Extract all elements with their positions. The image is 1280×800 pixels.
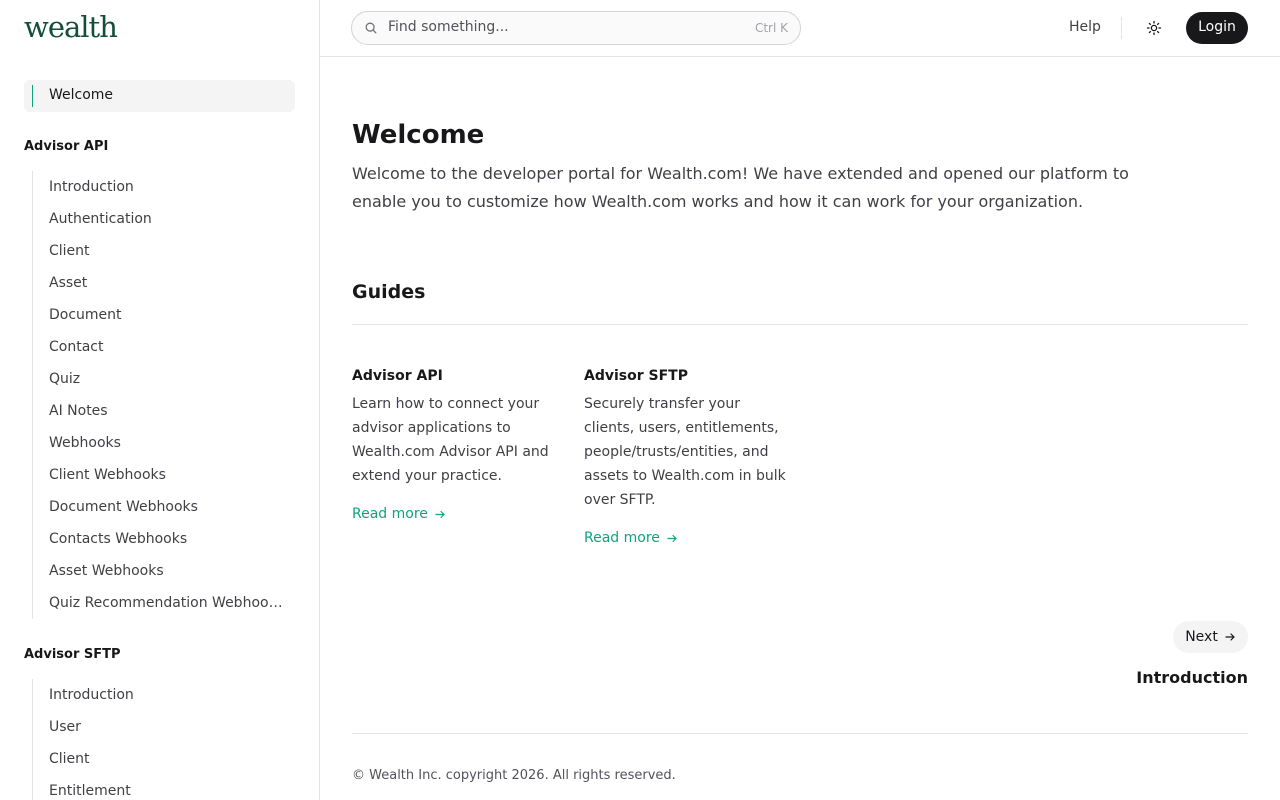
sidebar-item-document-webhooks[interactable]: Document Webhooks — [33, 491, 285, 523]
sidebar-item-authentication[interactable]: Authentication — [33, 203, 285, 235]
login-button[interactable]: Login — [1186, 12, 1248, 44]
sidebar-item-welcome[interactable]: Welcome — [24, 80, 295, 112]
sidebar-item-contact[interactable]: Contact — [33, 331, 285, 363]
sidebar-item-introduction[interactable]: Introduction — [33, 171, 285, 203]
guides-heading: Guides — [352, 281, 426, 303]
read-more-link[interactable]: Read more — [352, 504, 557, 524]
sidebar-item-ai-notes[interactable]: AI Notes — [33, 395, 285, 427]
arrow-right-icon — [435, 510, 445, 519]
read-more-label: Read more — [584, 530, 660, 546]
search-input[interactable]: Find something... Ctrl K — [351, 11, 801, 45]
nav-group-advisor-api: Introduction Authentication Client Asset… — [32, 171, 285, 619]
arrow-right-icon — [1225, 633, 1235, 641]
sidebar-item-label: Welcome — [49, 87, 114, 103]
header-divider — [1121, 17, 1122, 39]
sidebar: wealth Welcome Advisor API Introduction … — [0, 0, 320, 800]
page-title: Welcome — [352, 120, 485, 150]
guides-divider — [352, 324, 1248, 325]
sidebar-item-webhooks[interactable]: Webhooks — [33, 427, 285, 459]
next-page-title[interactable]: Introduction — [1136, 668, 1248, 687]
sidebar-item-client[interactable]: Client — [33, 235, 285, 267]
sun-icon[interactable] — [1146, 20, 1162, 36]
guide-card-advisor-sftp: Advisor SFTP Securely transfer your clie… — [584, 366, 789, 548]
guide-description: Securely transfer your clients, users, e… — [584, 396, 786, 508]
search-placeholder: Find something... — [388, 19, 509, 35]
read-more-label: Read more — [352, 506, 428, 522]
section-title-advisor-sftp: Advisor SFTP — [24, 647, 121, 662]
sidebar-item-quiz[interactable]: Quiz — [33, 363, 285, 395]
sidebar-item-quiz-recommendation-webhooks[interactable]: Quiz Recommendation Webhoo… — [33, 587, 285, 619]
wealth-logo[interactable]: wealth — [24, 10, 118, 44]
nav-group-advisor-sftp: Introduction User Client Entitlement — [32, 679, 285, 800]
sidebar-item-client-webhooks[interactable]: Client Webhooks — [33, 459, 285, 491]
sidebar-item-sftp-client[interactable]: Client — [33, 743, 285, 775]
search-shortcut: Ctrl K — [754, 21, 788, 35]
sidebar-item-document[interactable]: Document — [33, 299, 285, 331]
help-link[interactable]: Help — [1069, 19, 1101, 35]
guide-card-advisor-api: Advisor API Learn how to connect your ad… — [352, 366, 557, 524]
sidebar-item-asset[interactable]: Asset — [33, 267, 285, 299]
guide-title: Advisor API — [352, 368, 443, 384]
sidebar-item-asset-webhooks[interactable]: Asset Webhooks — [33, 555, 285, 587]
sidebar-item-contacts-webhooks[interactable]: Contacts Webhooks — [33, 523, 285, 555]
section-title-advisor-api: Advisor API — [24, 139, 109, 154]
top-header: Find something... Ctrl K Help Login — [320, 0, 1280, 57]
sidebar-item-sftp-entitlement[interactable]: Entitlement — [33, 775, 285, 800]
footer-divider — [352, 733, 1248, 734]
sidebar-item-sftp-user[interactable]: User — [33, 711, 285, 743]
read-more-link[interactable]: Read more — [584, 528, 789, 548]
guide-description: Learn how to connect your advisor applic… — [352, 396, 549, 484]
guide-title: Advisor SFTP — [584, 368, 688, 384]
footer-copyright: © Wealth Inc. copyright 2026. All rights… — [352, 768, 676, 783]
next-button[interactable]: Next — [1173, 621, 1248, 653]
search-icon — [365, 22, 377, 34]
sidebar-item-sftp-introduction[interactable]: Introduction — [33, 679, 285, 711]
intro-text: Welcome to the developer portal for Weal… — [352, 164, 1129, 211]
next-label: Next — [1185, 629, 1218, 645]
arrow-right-icon — [667, 534, 677, 543]
active-indicator — [32, 85, 33, 107]
